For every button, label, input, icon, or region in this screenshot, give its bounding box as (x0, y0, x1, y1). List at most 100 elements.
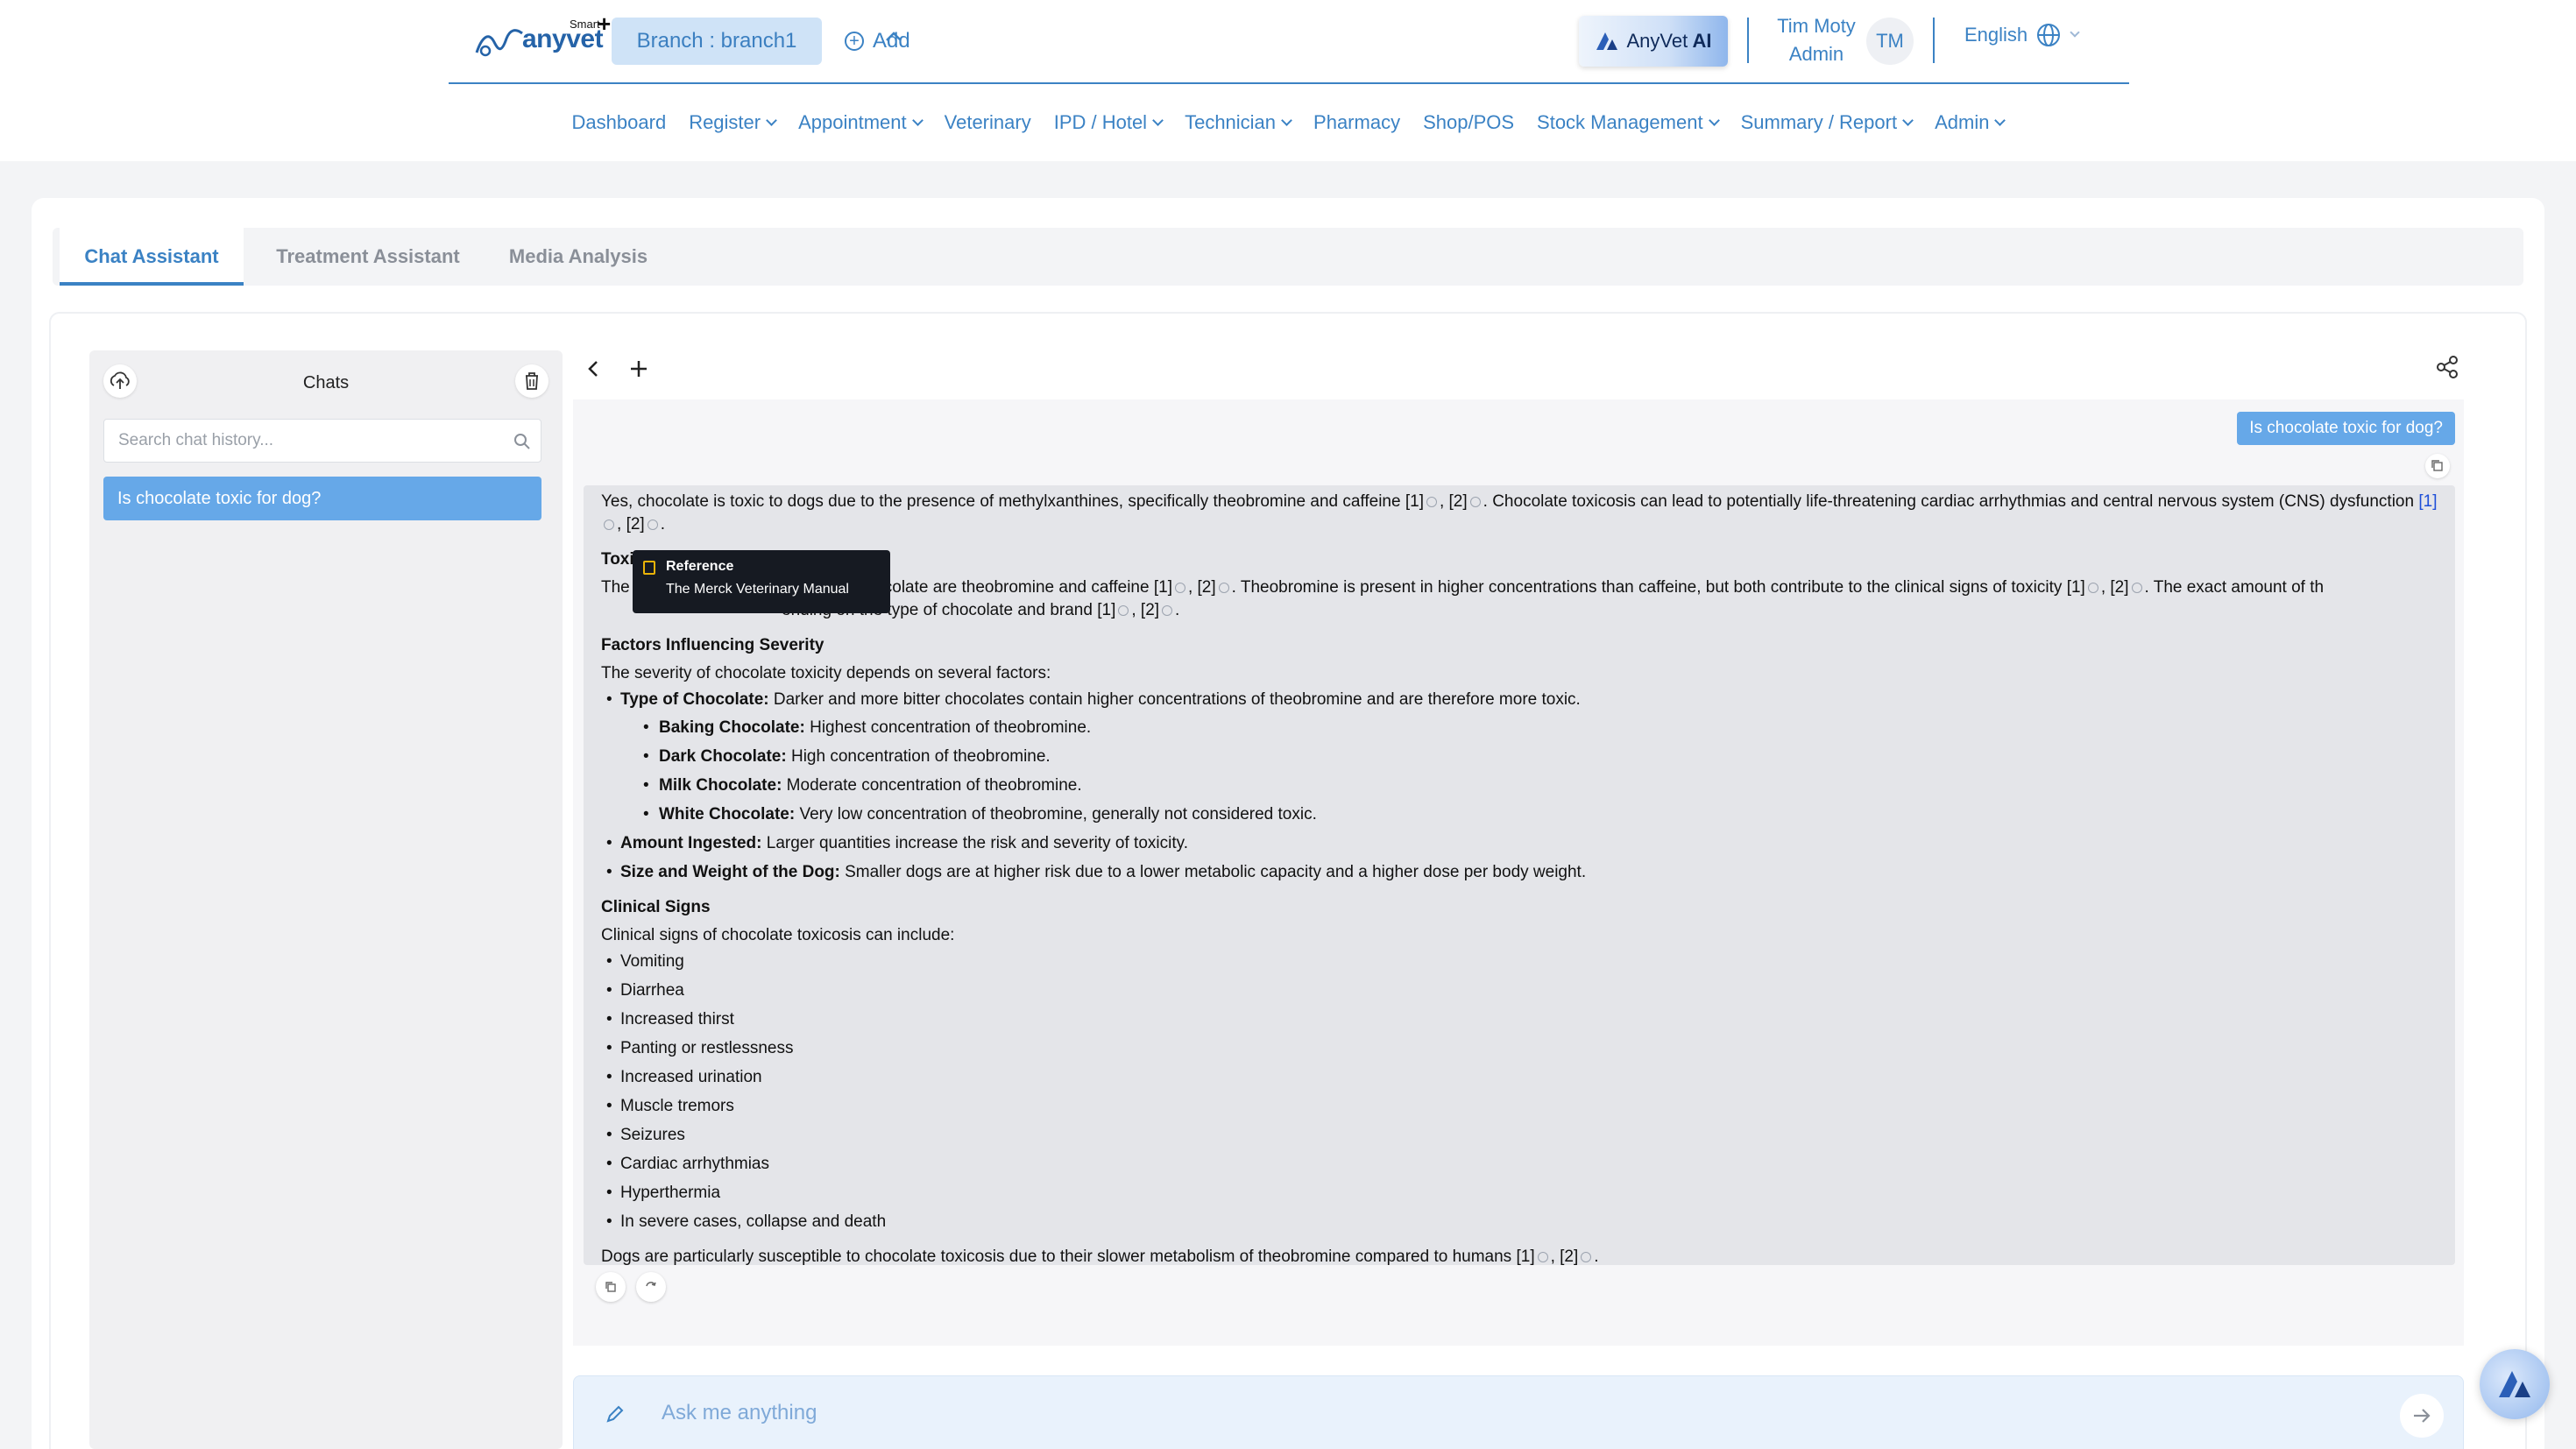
list-item: Milk Chocolate: Moderate concentration o… (620, 774, 2438, 797)
nav-item-label: Appointment (798, 111, 907, 133)
tab-bar: Chat Assistant Treatment Assistant Media… (53, 228, 2523, 286)
chocolate-type-label: White Chocolate: (659, 805, 796, 823)
ai-assistant-fab[interactable] (2480, 1349, 2550, 1419)
chat-history-item[interactable]: Is chocolate toxic for dog? (103, 477, 541, 520)
copy-user-message-button[interactable] (2425, 454, 2450, 478)
share-icon (2437, 356, 2458, 378)
nav-item-ipd-hotel[interactable]: IPD / Hotel (1054, 105, 1164, 140)
avatar[interactable]: TM (1866, 18, 1914, 65)
citation-icon[interactable] (1218, 582, 1229, 593)
citation-icon[interactable] (1537, 1251, 1548, 1262)
citation-ref[interactable]: [2] (1449, 492, 1468, 511)
ai-button-text: AnyVet (1626, 30, 1688, 52)
chat-toolbar (582, 356, 652, 382)
chat-search (103, 419, 541, 463)
user-message: Is chocolate toxic for dog? (2237, 412, 2455, 445)
citation-icon[interactable] (1118, 604, 1129, 616)
nav-item-appointment[interactable]: Appointment (798, 105, 924, 140)
answer-text: . Chocolate toxicosis can lead to potent… (1483, 492, 2415, 511)
chocolate-types-list: Baking Chocolate: Highest concentration … (620, 717, 2438, 826)
divider (1747, 18, 1749, 63)
citation-ref[interactable]: [1] (2067, 578, 2085, 597)
citation-icon[interactable] (2131, 582, 2142, 593)
user-info[interactable]: Tim Moty Admin (1768, 12, 1865, 68)
plus-icon[interactable] (626, 356, 652, 382)
citation-ref[interactable]: [2] (1141, 601, 1159, 619)
citation-icon[interactable] (1469, 496, 1481, 507)
delete-chats-button[interactable] (515, 364, 548, 398)
citation-ref-active[interactable]: [1] (2418, 492, 2437, 511)
regenerate-button[interactable] (636, 1272, 666, 1302)
tooltip-source: The Merck Veterinary Manual (666, 582, 849, 597)
send-button[interactable] (2400, 1394, 2444, 1438)
copy-icon (2431, 460, 2443, 471)
nav-item-label: Admin (1935, 111, 1990, 133)
nav-item-register[interactable]: Register (689, 105, 777, 140)
chevron-down-icon (1708, 114, 1720, 126)
nav-item-dashboard[interactable]: Dashboard (572, 105, 667, 140)
nav-item-admin[interactable]: Admin (1935, 105, 2006, 140)
language-selector[interactable]: English (1964, 23, 2080, 47)
nav-item-technician[interactable]: Technician (1185, 105, 1292, 140)
chevron-down-icon (766, 114, 777, 126)
list-item: Size and Weight of the Dog: Smaller dogs… (601, 861, 2438, 884)
signs-list: Vomiting Diarrhea Increased thirst Panting … (601, 951, 2438, 1233)
branch-selector[interactable]: Branch : branch1 (612, 18, 822, 65)
nav-item-shop-pos[interactable]: Shop/POS (1423, 105, 1514, 140)
citation-ref[interactable]: [2] (626, 515, 645, 534)
citation-ref[interactable]: [2] (1198, 578, 1216, 597)
answer-text: Yes, chocolate is toxic to dogs due to t… (601, 492, 1401, 511)
answer-text: The (601, 578, 630, 597)
tab-treatment-assistant[interactable]: Treatment Assistant (266, 228, 470, 286)
ask-input[interactable] (662, 1392, 2326, 1434)
citation-ref[interactable]: [2] (1560, 1248, 1578, 1265)
citation-icon[interactable] (1581, 1251, 1592, 1262)
refresh-icon (646, 1282, 656, 1287)
citation-icon[interactable] (604, 519, 614, 530)
citation-ref[interactable]: [2] (2110, 578, 2128, 597)
tab-media-analysis[interactable]: Media Analysis (498, 228, 659, 286)
chevron-left-icon[interactable] (582, 356, 605, 382)
chocolate-type-label: Milk Chocolate: (659, 776, 782, 795)
list-item: Panting or restlessness (601, 1037, 2438, 1060)
factor-text: Larger quantities increase the risk and … (761, 834, 1188, 852)
tab-chat-assistant[interactable]: Chat Assistant (60, 228, 244, 286)
arrow-right-icon (2414, 1409, 2431, 1423)
collapse-icon[interactable] (883, 26, 904, 52)
ai-button-text-ai: AI (1692, 30, 1712, 52)
nav-item-stock-management[interactable]: Stock Management (1537, 105, 1720, 140)
citation-icon[interactable] (647, 519, 658, 530)
user-role: Admin (1788, 43, 1844, 65)
search-icon[interactable] (513, 432, 532, 451)
signs-intro: Clinical signs of chocolate toxicosis ca… (601, 926, 955, 944)
list-item: Diarrhea (601, 979, 2438, 1002)
citation-icon[interactable] (1174, 582, 1185, 593)
citation-icon[interactable] (1426, 496, 1437, 507)
citation-icon[interactable] (2087, 582, 2098, 593)
answer-intro: Yes, chocolate is toxic to dogs due to t… (601, 492, 2438, 534)
globe-icon (2037, 24, 2061, 46)
share-button[interactable] (2434, 354, 2460, 385)
list-item: Increased thirst (601, 1008, 2438, 1031)
citation-ref[interactable]: [1] (1154, 578, 1172, 597)
copy-answer-button[interactable] (596, 1272, 626, 1302)
chocolate-type-label: Baking Chocolate: (659, 718, 805, 737)
citation-icon[interactable] (1162, 604, 1173, 616)
ref-sep: , (1439, 492, 1449, 511)
citation-ref[interactable]: [1] (1405, 492, 1424, 511)
logo[interactable]: Smart + anyvet (473, 11, 611, 70)
factor-text: Smaller dogs are at higher risk due to a… (839, 863, 1587, 881)
signs-heading: Clinical Signs (601, 898, 711, 916)
nav-item-veterinary[interactable]: Veterinary (945, 105, 1031, 140)
answer-conclusion: Dogs are particularly susceptible to cho… (601, 1248, 1599, 1265)
ref-sep: , (1550, 1248, 1560, 1265)
anyvet-ai-button[interactable]: AnyVet AI (1579, 16, 1728, 67)
search-input[interactable] (104, 420, 499, 462)
nav-item-pharmacy[interactable]: Pharmacy (1313, 105, 1400, 140)
list-item: Vomiting (601, 951, 2438, 973)
user-name: Tim Moty (1777, 15, 1856, 37)
citation-ref[interactable]: [1] (1097, 601, 1115, 619)
citation-ref[interactable]: [1] (1516, 1248, 1534, 1265)
copy-icon (605, 1282, 616, 1292)
nav-item-summary-report[interactable]: Summary / Report (1741, 105, 1914, 140)
